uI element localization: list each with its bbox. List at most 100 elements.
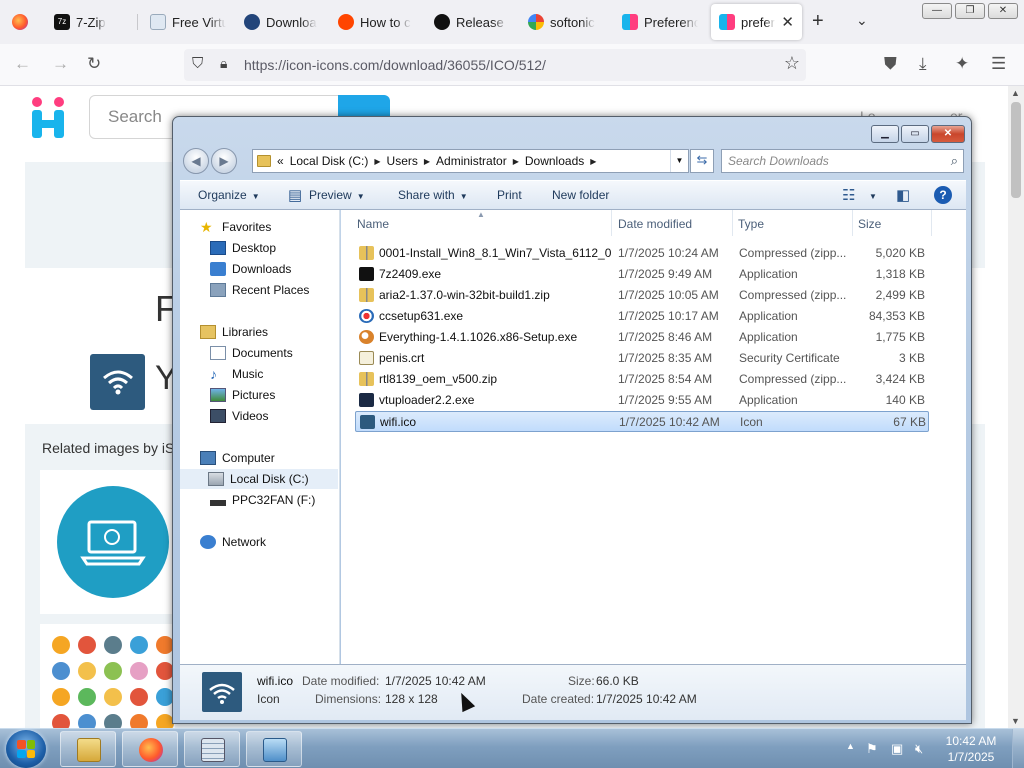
start-button[interactable] <box>6 730 46 768</box>
preview-button[interactable]: Preview ▼ <box>309 188 365 202</box>
volume-muted-icon[interactable]: 🔇︎ <box>915 741 923 757</box>
breadcrumb-arrow-icon[interactable]: ▶ <box>374 157 380 166</box>
nav-music[interactable]: ♪ Music <box>210 364 263 384</box>
file-row[interactable]: vtuploader2.2.exe 1/7/2025 9:55 AM Appli… <box>355 390 929 411</box>
close-tab-icon[interactable]: ✕ <box>781 13 794 31</box>
nav-libraries[interactable]: Libraries <box>200 322 268 342</box>
network-tray-icon[interactable]: ▣ <box>891 741 903 757</box>
extensions-icon[interactable]: ✦ <box>955 54 969 74</box>
nav-pictures[interactable]: Pictures <box>210 385 275 405</box>
explorer-minimize-button[interactable]: ▁ <box>871 125 899 143</box>
search-downloads-input[interactable]: Search Downloads ⌕ <box>721 149 964 173</box>
column-header-size[interactable]: Size <box>858 217 881 231</box>
pocket-icon[interactable]: ⛊ <box>884 54 897 74</box>
file-row[interactable]: 0001-Install_Win8_8.1_Win7_Vista_6112_0.… <box>355 243 929 264</box>
bookmark-star-icon[interactable]: ☆ <box>784 53 800 74</box>
nav-videos[interactable]: Videos <box>210 406 268 426</box>
file-row[interactable]: 7z2409.exe 1/7/2025 9:49 AM Application … <box>355 264 929 285</box>
refresh-icon[interactable]: ⇆ <box>690 149 714 173</box>
downloads-icon[interactable]: ⤓ <box>919 54 927 74</box>
restore-button[interactable]: ❐ <box>955 3 985 19</box>
help-icon[interactable]: ? <box>934 186 952 204</box>
file-row[interactable]: Everything-1.4.1.1026.x86-Setup.exe 1/7/… <box>355 327 929 348</box>
taskbar-explorer-button[interactable] <box>60 731 116 767</box>
new-tab-button[interactable]: + <box>812 10 824 33</box>
view-options-dropdown[interactable]: ▼ <box>864 188 877 202</box>
taskbar-calculator-button[interactable] <box>184 731 240 767</box>
explorer-forward-button[interactable]: ▶ <box>211 148 237 174</box>
breadcrumb-users[interactable]: Users <box>387 154 418 168</box>
taskbar-clock[interactable]: 10:42 AM 1/7/2025 <box>938 733 1004 765</box>
tab-download[interactable]: Downloa <box>236 4 326 40</box>
breadcrumb-arrow-icon[interactable]: ▶ <box>424 157 430 166</box>
breadcrumb-arrow-icon[interactable]: ▶ <box>513 157 519 166</box>
site-logo-icon[interactable] <box>28 96 68 140</box>
address-history-dropdown-icon[interactable]: ▼ <box>670 150 688 172</box>
organize-button[interactable]: Organize ▼ <box>198 188 260 202</box>
reload-icon[interactable]: ↻ <box>87 54 101 74</box>
nav-documents[interactable]: Documents <box>210 343 293 363</box>
column-divider[interactable] <box>931 210 932 236</box>
breadcrumb-overflow[interactable]: « <box>277 154 284 168</box>
scroll-up-icon[interactable]: ▲ <box>1011 88 1020 98</box>
url-text[interactable]: https://icon-icons.com/download/36055/IC… <box>244 57 546 73</box>
action-center-flag-icon[interactable]: ⚑ <box>866 741 878 757</box>
taskbar-control-panel-button[interactable] <box>246 731 302 767</box>
column-header-type[interactable]: Type <box>738 217 764 231</box>
tab-preferences[interactable]: Preferenc <box>614 4 706 40</box>
minimize-button[interactable]: — <box>922 3 952 19</box>
breadcrumb-local-disk[interactable]: Local Disk (C:) <box>290 154 369 168</box>
tab-release[interactable]: Release a <box>426 4 516 40</box>
nav-network[interactable]: Network <box>200 532 266 552</box>
scrollbar-thumb[interactable] <box>1011 102 1021 198</box>
forward-icon[interactable]: → <box>52 54 69 74</box>
column-header-date[interactable]: Date modified <box>618 217 692 231</box>
url-bar[interactable]: ⛉ 🔒︎ https://icon-icons.com/download/360… <box>184 49 806 81</box>
tab-softonic[interactable]: softonic <box>520 4 610 40</box>
nav-computer[interactable]: Computer <box>200 448 275 468</box>
nav-favorites[interactable]: ★ Favorites <box>200 217 271 237</box>
explorer-maximize-button[interactable]: ▭ <box>901 125 929 143</box>
icon-set-preview[interactable] <box>40 624 175 728</box>
explorer-close-button[interactable]: ✕ <box>931 125 965 143</box>
nav-desktop[interactable]: Desktop <box>210 238 276 258</box>
laptop-settings-icon[interactable] <box>57 486 169 598</box>
explorer-back-button[interactable]: ◀ <box>183 148 209 174</box>
change-view-icon[interactable]: ☷ <box>842 186 855 204</box>
lock-icon[interactable]: 🔒︎ <box>220 55 227 72</box>
file-row[interactable]: rtl8139_oem_v500.zip 1/7/2025 8:54 AM Co… <box>355 369 929 390</box>
tab-preferences-active[interactable]: prefere ✕ <box>711 4 802 40</box>
breadcrumb-downloads[interactable]: Downloads <box>525 154 584 168</box>
taskbar-firefox-button[interactable] <box>122 731 178 767</box>
show-hidden-icons-icon[interactable]: ▲ <box>846 741 855 751</box>
new-folder-button[interactable]: New folder <box>552 188 609 202</box>
preview-pane-icon[interactable]: ◧ <box>896 186 910 204</box>
file-row[interactable]: penis.crt 1/7/2025 8:35 AM Security Cert… <box>355 348 929 369</box>
show-desktop-button[interactable] <box>1012 729 1024 768</box>
close-window-button[interactable]: ✕ <box>988 3 1018 19</box>
nav-ppc32fan[interactable]: PPC32FAN (F:) <box>210 490 315 510</box>
nav-local-disk[interactable]: Local Disk (C:) <box>180 469 338 489</box>
back-icon[interactable]: ← <box>14 54 31 74</box>
menu-icon[interactable]: ☰ <box>991 54 1006 74</box>
share-with-button[interactable]: Share with ▼ <box>398 188 468 202</box>
breadcrumb-administrator[interactable]: Administrator <box>436 154 507 168</box>
scroll-down-icon[interactable]: ▼ <box>1011 716 1020 726</box>
breadcrumb-arrow-icon[interactable]: ▶ <box>590 157 596 166</box>
file-row-selected[interactable]: wifi.ico 1/7/2025 10:42 AM Icon 67 KB <box>355 411 929 432</box>
page-scrollbar[interactable]: ▲ ▼ <box>1008 86 1024 728</box>
file-row[interactable]: aria2-1.37.0-win-32bit-build1.zip 1/7/20… <box>355 285 929 306</box>
column-divider[interactable] <box>611 210 612 236</box>
tab-free-virtu[interactable]: Free Virtu <box>142 4 234 40</box>
file-row[interactable]: ccsetup631.exe 1/7/2025 10:17 AM Applica… <box>355 306 929 327</box>
column-header-name[interactable]: Name <box>357 217 389 231</box>
firefox-menu-tab[interactable] <box>4 4 40 40</box>
print-button[interactable]: Print <box>497 188 522 202</box>
address-bar[interactable]: « Local Disk (C:) ▶ Users ▶ Administrato… <box>252 149 689 173</box>
tracking-shield-icon[interactable]: ⛉ <box>192 55 203 72</box>
nav-recent-places[interactable]: Recent Places <box>210 280 309 300</box>
tab-how-to[interactable]: How to c <box>330 4 422 40</box>
list-all-tabs-button[interactable]: ⌄ <box>856 12 868 29</box>
nav-downloads[interactable]: Downloads <box>210 259 291 279</box>
column-divider[interactable] <box>852 210 853 236</box>
